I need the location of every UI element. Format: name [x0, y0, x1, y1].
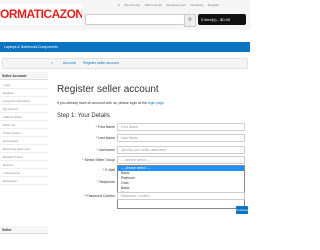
- top-link-register[interactable]: Register: [208, 3, 219, 7]
- top-link-checkout[interactable]: Checkout: [190, 3, 203, 7]
- breadcrumb-item-account[interactable]: Account: [63, 59, 76, 68]
- register-form-area: Register seller account If you already h…: [55, 72, 247, 250]
- first-name-label: * First Name: [95, 125, 115, 129]
- top-links: 0 My Account Wish List (0) Shopping Cart…: [118, 3, 250, 7]
- store-logo-text: ORMATICAZONE: [0, 7, 82, 21]
- home-icon[interactable]: ⌂: [51, 59, 53, 68]
- login-prompt: If you already have an account with us, …: [57, 101, 164, 105]
- page-title: Register seller account: [57, 84, 159, 95]
- top-link-0[interactable]: 0: [118, 3, 120, 7]
- cart-button[interactable]: 0 item(s) - $0.00: [198, 14, 246, 25]
- password-confirm-label: * Password Confirm: [84, 194, 115, 198]
- sidebar: Seller Account Login Register Forgotten …: [0, 72, 48, 250]
- sidebar-item[interactable]: Transactions: [0, 169, 48, 177]
- username-field[interactable]: Specify your seller username: [117, 146, 245, 154]
- username-label: * Username: [96, 148, 116, 152]
- sidebar-item[interactable]: Newsletter: [0, 177, 48, 185]
- continue-button[interactable]: Continue: [236, 206, 248, 214]
- email-label: * E-Mail: [102, 168, 115, 172]
- nav-item-components[interactable]: Components: [38, 42, 58, 52]
- top-link-wishlist[interactable]: Wish List (0): [145, 3, 162, 7]
- login-prompt-text: If you already have an account with us, …: [57, 101, 147, 105]
- search-icon: ⚲: [188, 17, 192, 23]
- first-name-field[interactable]: First Name: [117, 123, 245, 131]
- sidebar-item[interactable]: Login: [0, 81, 48, 89]
- telephone-label: * Telephone: [96, 180, 115, 184]
- last-name-label: * Last Name: [95, 136, 115, 140]
- sidebar-item[interactable]: My Account: [0, 105, 48, 113]
- login-page-link[interactable]: login page: [148, 101, 164, 105]
- nav-item-laptops[interactable]: Laptops & Notebooks: [4, 42, 37, 52]
- main-nav: Laptops & Notebooks Components: [0, 42, 250, 52]
- sidebar-heading: Seller Account: [0, 72, 48, 80]
- sidebar-item[interactable]: Downloads: [0, 137, 48, 145]
- seller-group-select[interactable]: --- please select ---: [117, 156, 245, 164]
- sidebar-item[interactable]: Wish List: [0, 121, 48, 129]
- sidebar-item[interactable]: Address Book: [0, 113, 48, 121]
- sidebar-item[interactable]: Recurring payments: [0, 145, 48, 153]
- sidebar-item[interactable]: Returns: [0, 161, 48, 169]
- password-confirm-field[interactable]: Password Confirm: [117, 192, 245, 200]
- breadcrumb-item-register-seller[interactable]: Register seller account: [83, 59, 119, 68]
- sidebar-item[interactable]: Order History: [0, 129, 48, 137]
- sidebar-heading-seller: Seller: [0, 226, 48, 234]
- sidebar-item[interactable]: Forgotten Password: [0, 97, 48, 105]
- step-title: Step 1: Your Details: [57, 113, 110, 119]
- last-name-field[interactable]: Last Name: [117, 134, 245, 142]
- top-link-shopping-cart[interactable]: Shopping Cart: [166, 3, 185, 7]
- search-input[interactable]: [85, 14, 185, 25]
- seller-group-options[interactable]: --- please select --- Basic Platinum Gol…: [117, 165, 245, 209]
- breadcrumb: ⌂ Account Register seller account: [2, 58, 248, 69]
- store-logo[interactable]: ORMATICAZONE: [0, 4, 82, 25]
- top-bar: ORMATICAZONE 0 My Account Wish List (0) …: [0, 0, 250, 30]
- top-link-my-account[interactable]: My Account: [125, 3, 141, 7]
- cart-label: 0 item(s) - $0.00: [201, 17, 231, 22]
- seller-group-label: * Select Seller Group: [82, 158, 115, 162]
- sidebar-item[interactable]: Reward Points: [0, 153, 48, 161]
- search-button[interactable]: ⚲: [184, 14, 196, 27]
- sidebar-item[interactable]: Register: [0, 89, 48, 97]
